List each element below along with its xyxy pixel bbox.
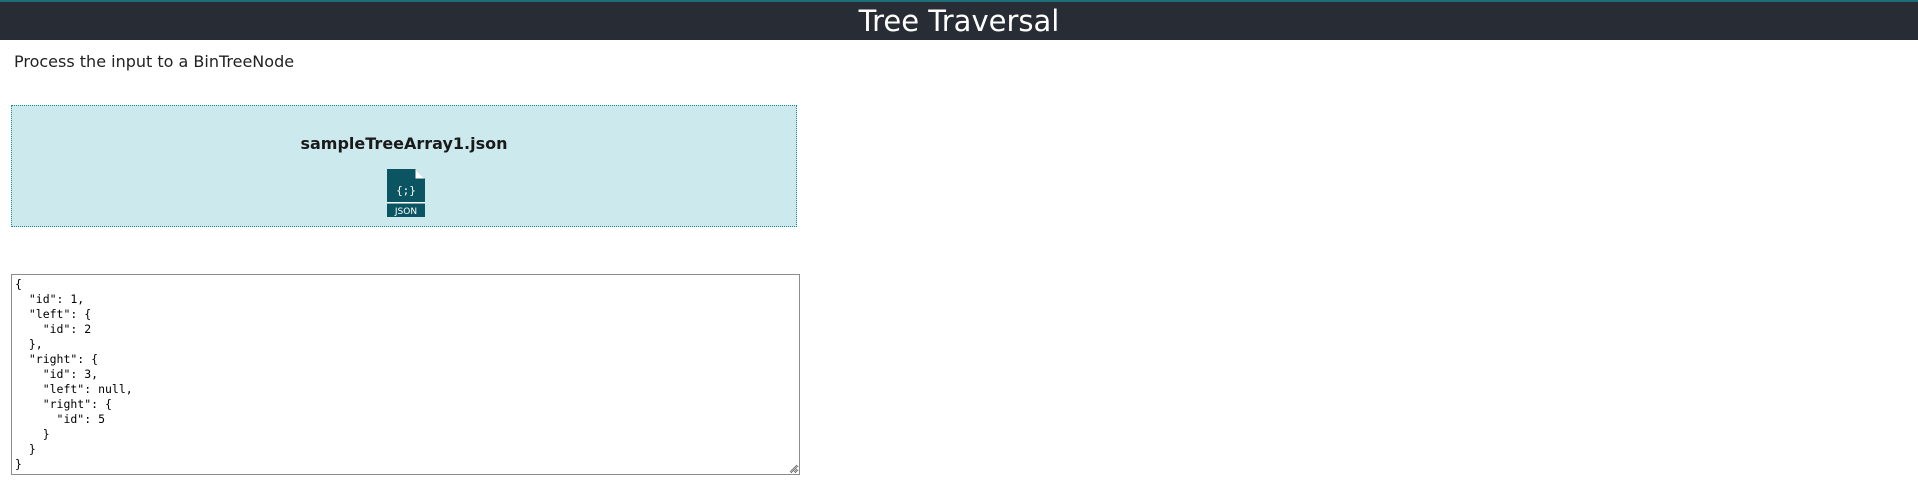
- json-icon-label: JSON: [394, 207, 417, 217]
- file-dropzone[interactable]: sampleTreeArray1.json {;} JSON: [11, 105, 797, 227]
- json-input-textarea[interactable]: { "id": 1, "left": { "id": 2 }, "right":…: [11, 274, 800, 475]
- instruction-text: Process the input to a BinTreeNode: [14, 52, 295, 71]
- json-icon-glyph: {;}: [396, 184, 416, 197]
- json-file-icon: {;} JSON: [387, 169, 425, 217]
- page-title: Tree Traversal: [858, 4, 1060, 38]
- dropzone-file-name: sampleTreeArray1.json: [300, 134, 508, 153]
- app-header: Tree Traversal: [0, 2, 1918, 40]
